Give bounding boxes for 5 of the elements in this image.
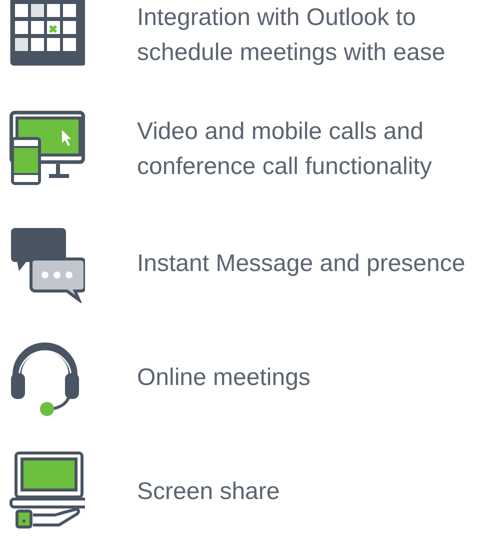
feature-text: Video and mobile calls and conference call functionality: [137, 117, 432, 182]
feature-text: Screen share: [137, 476, 280, 506]
feature-text: Instant Message and presence: [137, 248, 466, 278]
feature-text: Integration with Outlook to schedule meetings with ease: [137, 3, 446, 68]
feature-text: Online meetings: [137, 362, 310, 392]
